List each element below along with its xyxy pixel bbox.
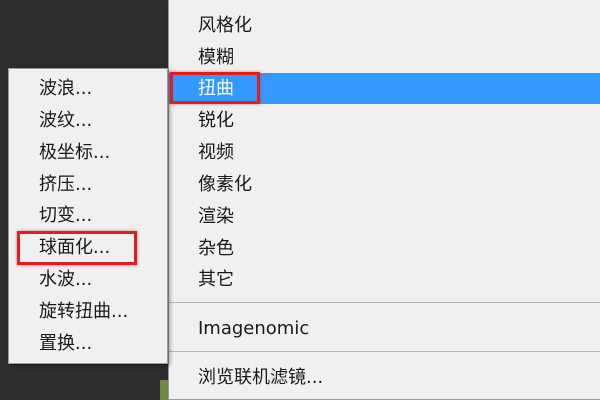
menu-item-label: Imagenomic — [198, 318, 310, 339]
menu-separator — [169, 302, 600, 303]
distort-submenu: 波浪... 波纹... 极坐标... 挤压... 切变... 球面化... 水波… — [8, 68, 168, 364]
menu-item-label: 其它 — [198, 269, 234, 290]
submenu-item-shear[interactable]: 切变... — [9, 200, 167, 231]
menu-item-other[interactable]: 其它 — [169, 264, 600, 295]
menu-item-label: 视频 — [198, 142, 234, 163]
submenu-item-pinch[interactable]: 挤压... — [9, 169, 167, 200]
submenu-item-label: 波纹... — [39, 110, 93, 131]
submenu-item-displace[interactable]: 置换... — [9, 328, 167, 359]
distort-highlight-box — [170, 72, 260, 104]
submenu-item-wave[interactable]: 波浪... — [9, 73, 167, 104]
menu-item-imagenomic[interactable]: Imagenomic — [169, 313, 600, 344]
menu-item-label: 杂色 — [198, 238, 234, 259]
menu-separator — [169, 351, 600, 352]
menu-item-label: 风格化 — [198, 15, 252, 36]
submenu-item-polar-coordinates[interactable]: 极坐标... — [9, 137, 167, 168]
menu-item-label: 渲染 — [198, 206, 234, 227]
menu-item-pixelate[interactable]: 像素化 — [169, 169, 600, 200]
submenu-item-label: 波浪... — [39, 78, 93, 99]
submenu-item-label: 置换... — [39, 333, 93, 354]
submenu-item-label: 挤压... — [39, 174, 93, 195]
submenu-item-label: 切变... — [39, 205, 93, 226]
menu-item-label: 模糊 — [198, 47, 234, 68]
menu-item-video[interactable]: 视频 — [169, 137, 600, 168]
submenu-item-zigzag[interactable]: 波纹... — [9, 105, 167, 136]
spherize-highlight-box — [17, 231, 137, 265]
menu-item-browse-filters-online[interactable]: 浏览联机滤镜... — [169, 362, 600, 393]
submenu-item-label: 旋转扭曲... — [39, 301, 129, 322]
filter-menu: 风格化 模糊 扭曲 锐化 视频 像素化 渲染 杂色 其它 Imagenomic … — [168, 0, 600, 400]
submenu-item-label: 极坐标... — [39, 142, 111, 163]
menu-item-label: 像素化 — [198, 174, 252, 195]
menu-item-noise[interactable]: 杂色 — [169, 233, 600, 264]
menu-item-stylize[interactable]: 风格化 — [169, 10, 600, 41]
menu-item-blur[interactable]: 模糊 — [169, 42, 600, 73]
menu-item-label: 浏览联机滤镜... — [198, 367, 324, 388]
menu-item-render[interactable]: 渲染 — [169, 201, 600, 232]
submenu-item-twirl[interactable]: 旋转扭曲... — [9, 296, 167, 327]
menu-item-label: 锐化 — [198, 110, 234, 131]
submenu-item-label: 水波... — [39, 269, 93, 290]
submenu-item-ocean-ripple[interactable]: 水波... — [9, 264, 167, 295]
menu-item-sharpen[interactable]: 锐化 — [169, 105, 600, 136]
